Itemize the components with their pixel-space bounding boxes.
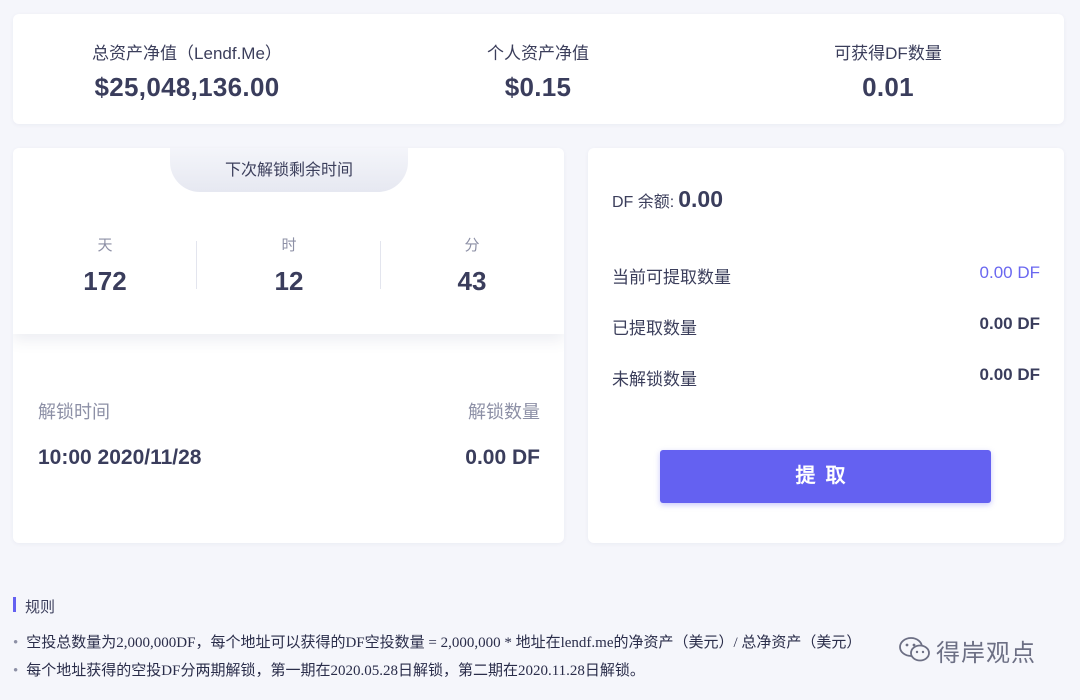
countdown-minutes-unit: 分 bbox=[464, 237, 480, 254]
rule-item: • 每个地址获得的空投DF分两期解锁，第一期在2020.05.28日解锁，第二期在… bbox=[13, 659, 645, 680]
countdown-days-unit: 天 bbox=[97, 237, 113, 254]
withdrawable-row: 当前可提取数量 0.00 DF bbox=[612, 263, 1040, 287]
rule-item-text: 每个地址获得的空投DF分两期解锁，第一期在2020.05.28日解锁，第二期在2… bbox=[26, 663, 645, 679]
claimable-df-value: 0.01 bbox=[862, 72, 914, 102]
unlock-card: 下次解锁剩余时间 天 172 时 12 分 43 解锁时间 解锁数量 10:00… bbox=[13, 148, 564, 543]
df-balance: DF 余额: 0.00 bbox=[612, 186, 723, 213]
countdown-hours: 时 12 bbox=[197, 234, 381, 297]
withdrawn-value: 0.00 DF bbox=[979, 314, 1040, 333]
wechat-icon bbox=[899, 637, 930, 662]
total-net-assets-label: 总资产净值（Lendf.Me） bbox=[92, 44, 282, 63]
countdown-panel: 下次解锁剩余时间 天 172 时 12 分 43 bbox=[13, 148, 564, 334]
countdown-minutes-value: 43 bbox=[457, 266, 487, 296]
countdown-hours-unit: 时 bbox=[281, 237, 297, 254]
countdown-days: 天 172 bbox=[13, 234, 197, 297]
countdown-title: 下次解锁剩余时间 bbox=[170, 148, 408, 192]
bullet-icon: • bbox=[13, 635, 19, 651]
countdown-days-value: 172 bbox=[83, 266, 127, 296]
unlock-amount-header: 解锁数量 bbox=[468, 402, 540, 422]
rule-item-text: 空投总数量为2,000,000DF，每个地址可以获得的DF空投数量 = 2,00… bbox=[26, 635, 862, 651]
withdrawable-value: 0.00 DF bbox=[979, 263, 1040, 282]
unlock-amount-value: 0.00 DF bbox=[465, 446, 540, 469]
df-balance-label: DF 余额: bbox=[612, 194, 675, 211]
withdrawn-row: 已提取数量 0.00 DF bbox=[612, 314, 1040, 338]
df-balance-value: 0.00 bbox=[678, 186, 723, 212]
watermark-text: 得岸观点 bbox=[936, 639, 1036, 667]
withdrawn-label: 已提取数量 bbox=[612, 319, 697, 338]
locked-row: 未解锁数量 0.00 DF bbox=[612, 365, 1040, 389]
total-net-assets-value: $25,048,136.00 bbox=[94, 72, 280, 102]
countdown-hours-value: 12 bbox=[274, 266, 304, 296]
unlock-time-value: 10:00 2020/11/28 bbox=[38, 446, 202, 469]
watermark: 得岸观点 bbox=[898, 630, 1036, 670]
bullet-icon: • bbox=[13, 663, 19, 679]
locked-value: 0.00 DF bbox=[979, 365, 1040, 384]
locked-label: 未解锁数量 bbox=[612, 370, 697, 389]
rule-item: • 空投总数量为2,000,000DF，每个地址可以获得的DF空投数量 = 2,0… bbox=[13, 631, 861, 652]
withdrawable-label: 当前可提取数量 bbox=[612, 268, 731, 287]
rules-title: 规则 bbox=[25, 599, 56, 616]
personal-net-assets-value: $0.15 bbox=[504, 72, 572, 102]
rules-accent-bar bbox=[13, 597, 16, 612]
unlock-time-header: 解锁时间 bbox=[38, 402, 110, 422]
claimable-df-label: 可获得DF数量 bbox=[834, 44, 942, 63]
countdown-minutes: 分 43 bbox=[380, 234, 564, 297]
withdraw-button[interactable]: 提取 bbox=[660, 450, 991, 503]
balance-card: DF 余额: 0.00 当前可提取数量 0.00 DF 已提取数量 0.00 DF… bbox=[588, 148, 1064, 543]
asset-summary-card: 总资产净值（Lendf.Me） $25,048,136.00 个人资产净值 $0… bbox=[13, 14, 1064, 124]
personal-net-assets-label: 个人资产净值 bbox=[487, 44, 589, 63]
